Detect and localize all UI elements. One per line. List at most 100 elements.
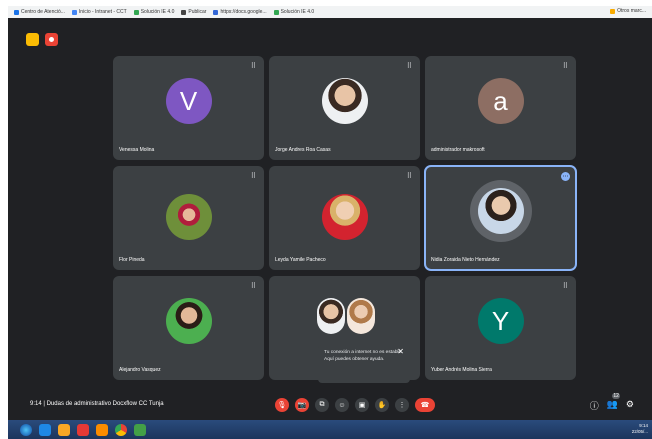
captions-button[interactable]: ⧉ (315, 398, 329, 412)
tile-menu-icon[interactable]: ⠿ (563, 282, 568, 290)
avatar: a (477, 78, 524, 124)
bookmark-item[interactable]: Solución IE 4.0 (133, 9, 175, 15)
system-tray[interactable]: 9:14 22/05/... (632, 423, 648, 435)
tile-menu-icon[interactable]: ⠿ (251, 282, 256, 290)
side-panel-controls: ⓘ 👥 12 ⚙ (590, 393, 634, 412)
participant-name: Venessa Molina (119, 147, 155, 153)
tile-menu-icon[interactable]: ⠿ (407, 172, 412, 180)
tile-menu-icon[interactable]: ⠿ (251, 172, 256, 180)
bookmark-favicon-icon (71, 9, 77, 15)
bookmark-label: https://docs.google... (220, 9, 267, 15)
ie-icon[interactable] (39, 423, 51, 436)
activities-icon[interactable]: ⚙ (626, 399, 634, 412)
mic-button[interactable]: 🎙 (275, 398, 289, 412)
media-icon[interactable] (77, 423, 89, 436)
participant-tile[interactable]: ⠿ Y Yuber Andrés Molina Sierra (425, 276, 576, 380)
bookmark-label: Inicio - Intranet - CCT (78, 9, 127, 15)
avatar (317, 298, 345, 334)
present-icon: ▣ (358, 402, 366, 409)
pin-icon[interactable]: ⋯ (561, 172, 570, 181)
connection-warning-toast: Tu conexión a internet no es estable. Aq… (318, 345, 410, 383)
bookmark-item[interactable]: Centro de Atenció... (14, 9, 65, 15)
bookmark-label: Publicar (188, 9, 207, 15)
bookmark-item[interactable]: Solución IE 4.0 (273, 9, 315, 15)
bookmarks-bar: Centro de Atenció... Inicio - Intranet -… (8, 6, 652, 18)
people-count-badge: 12 (612, 393, 620, 399)
info-icon[interactable]: ⓘ (590, 399, 599, 412)
hand-icon: ✋ (377, 402, 387, 409)
emoji-icon: ☺ (338, 401, 346, 409)
tile-menu-icon[interactable]: ⠿ (563, 62, 568, 70)
participant-name: Jorge Andres Roa Casas (275, 147, 331, 153)
call-controls: 🎙 📷 ⧉ ☺ ▣ ✋ ⋮ ☎ (275, 398, 435, 412)
tile-menu-icon[interactable]: ⠿ (251, 62, 256, 70)
avatar (165, 298, 212, 344)
bookmark-label: Centro de Atenció... (21, 9, 65, 15)
avatar: Y (477, 298, 524, 344)
emoji-button[interactable]: ☺ (335, 398, 349, 412)
avatar (347, 298, 375, 334)
people-icon[interactable]: 👥 12 (606, 393, 620, 412)
recording-icon[interactable] (45, 33, 58, 46)
windows-taskbar: 9:14 22/05/... (8, 420, 652, 439)
bookmark-favicon-icon (133, 9, 139, 15)
avatar: V (165, 78, 212, 124)
meeting-title: Dudas de administrativo Docxflow CC Tunj… (46, 401, 164, 407)
participant-tile[interactable]: ⠿ V Venessa Molina (113, 56, 264, 160)
bookmark-favicon-icon (14, 9, 19, 15)
mic-off-icon: 🎙 (277, 402, 287, 409)
folder-icon (610, 8, 616, 14)
close-icon[interactable]: ✕ (397, 348, 404, 356)
participant-tile[interactable]: ⠿ Alejandro Vasquez (113, 276, 264, 380)
meeting-time: 9:14 (30, 401, 42, 407)
folder-icon[interactable] (26, 33, 39, 46)
app-icon[interactable] (134, 423, 146, 436)
participant-tile[interactable]: ⠿ Flor Pineda (113, 166, 264, 270)
app-icon[interactable] (96, 423, 108, 436)
present-button[interactable]: ▣ (355, 398, 369, 412)
toast-message: Tu conexión a internet no es estable. Aq… (324, 350, 403, 362)
clock-date: 22/05/... (631, 429, 648, 434)
other-bookmarks-label: Otros marc... (617, 8, 646, 14)
camera-off-icon: 📷 (297, 402, 307, 409)
avatar (165, 194, 212, 240)
top-left-meet-icons (26, 33, 58, 46)
meeting-control-bar: 9:14 | Dudas de administrativo Docxflow … (8, 392, 652, 420)
participant-tile[interactable]: ⠿ Jorge Andres Roa Casas (269, 56, 420, 160)
browser-frame: Centro de Atenció... Inicio - Intranet -… (8, 6, 652, 439)
bookmark-favicon-icon (273, 9, 279, 15)
participant-tile[interactable]: ⠿ Leyda Yamile Pacheco (269, 166, 420, 270)
end-call-button[interactable]: ☎ (415, 398, 435, 412)
chrome-icon[interactable] (115, 423, 127, 436)
avatar-initial: a (493, 85, 508, 116)
bookmark-favicon-icon (181, 9, 187, 15)
other-bookmarks[interactable]: Otros marc... (610, 8, 646, 14)
camera-button[interactable]: 📷 (295, 398, 309, 412)
raise-hand-button[interactable]: ✋ (375, 398, 389, 412)
captions-icon: ⧉ (319, 401, 325, 408)
avatar-initial: V (179, 85, 198, 116)
more-options-button[interactable]: ⋮ (395, 398, 409, 412)
explorer-icon[interactable] (58, 423, 70, 436)
participant-name: Alejandro Vasquez (119, 367, 161, 373)
avatar (321, 194, 368, 240)
participant-name: Flor Pineda (119, 257, 145, 263)
more-vertical-icon: ⋮ (398, 402, 406, 409)
bookmark-favicon-icon (213, 9, 219, 15)
participant-tile[interactable]: ⠿ a administrador makrosoft (425, 56, 576, 160)
bookmark-item[interactable]: Inicio - Intranet - CCT (71, 9, 127, 15)
participant-name: Leyda Yamile Pacheco (275, 257, 326, 263)
phone-hangup-icon: ☎ (420, 402, 430, 409)
bookmark-label: Solución IE 4.0 (280, 9, 315, 15)
avatar (477, 188, 524, 234)
participant-tile-active-speaker[interactable]: ⋯ Nidia Zoraida Nieto Hernández (424, 165, 577, 271)
bookmark-item[interactable]: https://docs.google... (213, 9, 267, 15)
start-button-icon[interactable] (20, 423, 32, 436)
bookmark-label: Solución IE 4.0 (140, 9, 175, 15)
participant-name: administrador makrosoft (431, 147, 485, 153)
tile-menu-icon[interactable]: ⠿ (407, 62, 412, 70)
people-glyph: 👥 (606, 399, 618, 409)
bookmark-item[interactable]: Publicar (181, 9, 206, 15)
mini-avatars (317, 298, 375, 334)
avatar-initial: Y (491, 305, 510, 336)
